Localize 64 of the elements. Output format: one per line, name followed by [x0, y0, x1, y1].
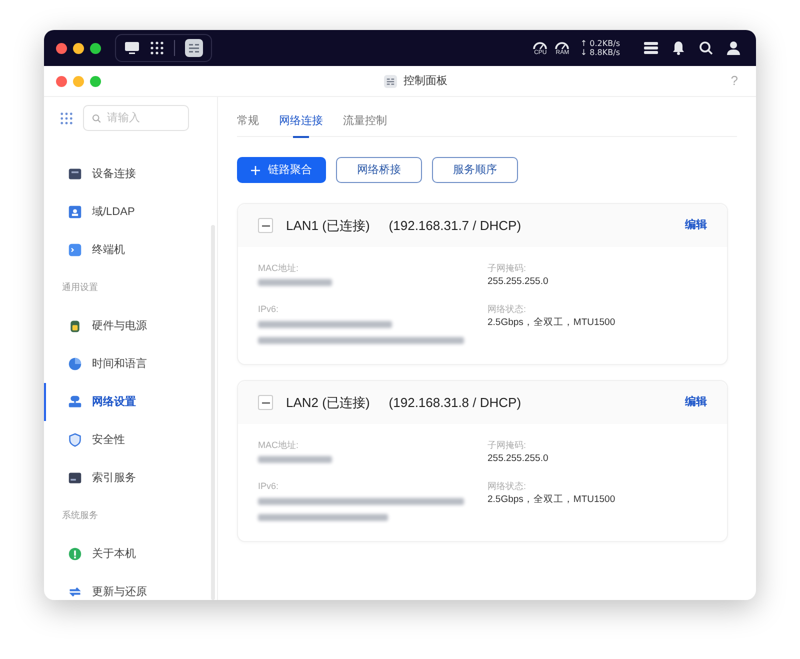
edit-link[interactable]: 编辑: [685, 217, 707, 234]
field-label: IPv6:: [258, 303, 280, 316]
field-label: 子网掩码:: [488, 262, 528, 275]
tab[interactable]: 网络连接: [279, 105, 323, 137]
sidebar-item[interactable]: 安全性: [44, 421, 217, 459]
bell-icon[interactable]: [672, 41, 685, 55]
field-label: MAC地址:: [258, 439, 300, 452]
interface-name: LAN1 (已连接): [286, 216, 370, 235]
action-button[interactable]: 服务顺序: [432, 157, 518, 183]
network-icon: [68, 395, 82, 409]
sync-icon: [68, 585, 82, 599]
sidebar-item[interactable]: 更新与还原: [44, 573, 217, 600]
sidebar-item[interactable]: 硬件与电源: [44, 307, 217, 345]
field-value: 255.255.255.0: [488, 452, 550, 466]
control-panel-icon: [384, 74, 398, 88]
upload-speed: ↑ 0.2KB/s: [580, 39, 620, 48]
user-icon[interactable]: [727, 41, 740, 55]
edit-link[interactable]: 编辑: [685, 394, 707, 411]
window-title: 控制面板: [403, 74, 448, 89]
battery-icon: [68, 319, 82, 333]
search-icon: [92, 114, 101, 123]
interface-address: (192.168.31.7 / DHCP): [388, 216, 522, 235]
field-label: MAC地址:: [258, 262, 300, 275]
tab[interactable]: 常规: [237, 105, 259, 137]
monitor-icon[interactable]: [124, 41, 140, 55]
control-panel-icon[interactable]: [185, 39, 203, 57]
terminal-icon: [68, 243, 82, 257]
apps-grid-icon[interactable]: [150, 41, 164, 55]
gauge-icon: [554, 40, 570, 50]
collapse-toggle[interactable]: [258, 218, 273, 233]
search-field[interactable]: 请输入: [83, 105, 189, 131]
sidebar-item[interactable]: 终端机: [44, 231, 217, 269]
field-label: 网络状态:: [488, 303, 528, 316]
field-value: 2.5Gbps，全双工，MTU1500: [488, 493, 616, 507]
plus-icon: [251, 166, 260, 174]
minus-icon: [262, 224, 270, 226]
index-icon: [68, 471, 82, 485]
add-button[interactable]: 链路聚合: [237, 157, 326, 183]
collapse-toggle[interactable]: [258, 395, 273, 410]
interface-name: LAN2 (已连接): [286, 394, 370, 412]
sidebar-item[interactable]: 设备连接: [44, 155, 217, 193]
id-card-icon: [68, 205, 82, 219]
interface-address: (192.168.31.8 / DHCP): [388, 394, 522, 412]
section-label: 通用设置: [62, 281, 98, 294]
field-label: 子网掩码:: [488, 439, 528, 452]
tab[interactable]: 流量控制: [343, 105, 387, 137]
sidebar-item[interactable]: 域/LDAP: [44, 193, 217, 231]
field-value: 255.255.255.0: [488, 275, 550, 289]
sidebar-item[interactable]: 时间和语言: [44, 345, 217, 383]
section-label: 系统服务: [62, 509, 98, 522]
field-value: 2.5Gbps，全双工，MTU1500: [488, 316, 616, 330]
info-icon: [68, 547, 82, 561]
device-icon: [68, 167, 82, 181]
field-label: IPv6:: [258, 480, 280, 493]
minus-icon: [262, 402, 270, 404]
sidebar-item[interactable]: 关于本机: [44, 535, 217, 573]
search-icon[interactable]: [699, 41, 713, 55]
server-icon[interactable]: [644, 41, 658, 55]
field-label: 网络状态:: [488, 480, 528, 493]
action-button[interactable]: 网络桥接: [336, 157, 422, 183]
sidebar-item[interactable]: 索引服务: [44, 459, 217, 497]
download-speed: ↓ 8.8KB/s: [580, 48, 620, 57]
gauge-icon: [532, 40, 548, 50]
shield-icon: [68, 433, 82, 447]
